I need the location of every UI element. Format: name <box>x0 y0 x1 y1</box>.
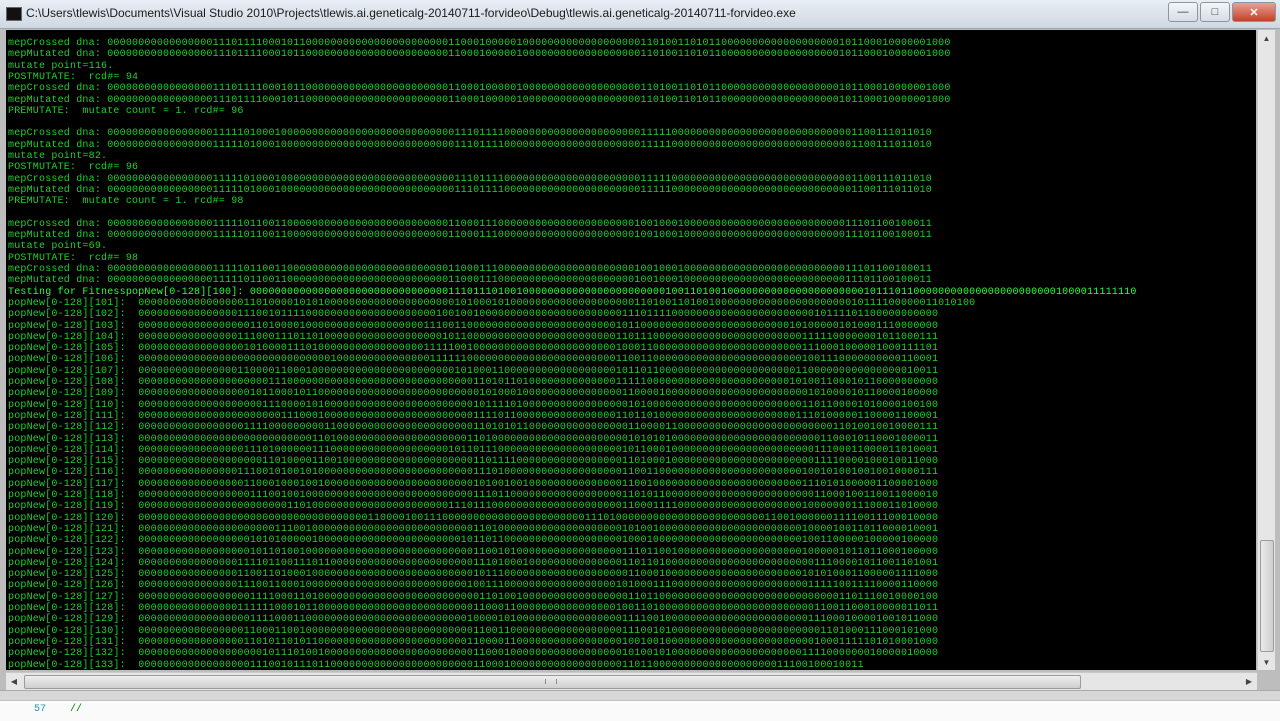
console-line: PREMUTATE: mutate count = 1. rcd#= 98 <box>8 196 244 208</box>
scroll-down-arrow-icon[interactable]: ▼ <box>1258 654 1275 670</box>
console-line: popNew[0-128][108]: 00000000000000000000… <box>8 377 939 388</box>
console-line: popNew[0-128][102]: 00000000000000001110… <box>8 309 939 321</box>
console-line: popNew[0-128][114]: 00000000000000000111… <box>8 444 939 456</box>
console-line: mepCrossed dna: 000000000000000001110111… <box>8 38 951 49</box>
console-line: popNew[0-128][111]: 00000000000000000000… <box>8 410 939 422</box>
console-line: mutate point=82. <box>8 151 108 162</box>
console-line: popNew[0-128][105]: 00000000000000000101… <box>8 343 939 355</box>
console-line: popNew[0-128][133]: 00000000000000000011… <box>8 659 864 671</box>
console-line: mepCrossed dna: 000000000000000001111101… <box>8 264 932 275</box>
line-number: 57 <box>34 704 47 715</box>
console-line: popNew[0-128][122]: 00000000000000000010… <box>8 535 939 547</box>
console-line: popNew[0-128][123]: 00000000000000000010… <box>8 546 939 558</box>
console-line: mutate point=69. <box>8 241 108 253</box>
console-output[interactable]: mepCrossed dna: 000000000000000001110111… <box>6 30 1256 670</box>
console-line: mepMutated dna: 000000000000000001110111… <box>8 49 951 61</box>
console-line: popNew[0-128][101]: 00000000000000000110… <box>8 297 976 309</box>
horizontal-scroll-thumb[interactable] <box>24 675 1081 689</box>
console-line: popNew[0-128][130]: 00000000000000000110… <box>8 625 939 637</box>
console-line: popNew[0-128][126]: 00000000000000001110… <box>8 580 939 592</box>
vertical-scrollbar[interactable]: ▲ ▼ <box>1257 30 1275 670</box>
console-line: mepCrossed dna: 000000000000000001110111… <box>8 83 951 95</box>
console-line: popNew[0-128][125]: 00000000000000001100… <box>8 569 939 581</box>
console-line: mepMutated dna: 000000000000000001111101… <box>8 230 932 242</box>
scroll-right-arrow-icon[interactable]: ▶ <box>1241 673 1257 690</box>
console-line: mepMutated dna: 000000000000000001111101… <box>8 184 932 196</box>
console-line: popNew[0-128][119]: 00000000000000000000… <box>8 501 939 513</box>
console-line: popNew[0-128][110]: 00000000000000000000… <box>8 399 939 411</box>
console-line: mepMutated dna: 000000000000000001110111… <box>8 94 951 106</box>
console-line: POSTMUTATE: rcd#= 94 <box>8 71 139 83</box>
title-bar[interactable]: C:\Users\tlewis\Documents\Visual Studio … <box>0 0 1280 29</box>
console-line: popNew[0-128][109]: 00000000000000000010… <box>8 388 939 400</box>
console-line: POSTMUTATE: rcd#= 96 <box>8 162 139 174</box>
scroll-grip-icon <box>545 679 557 684</box>
console-line: popNew[0-128][117]: 00000000000000000110… <box>8 478 939 490</box>
console-line: popNew[0-128][121]: 00000000000000000000… <box>8 523 939 535</box>
vertical-scroll-thumb[interactable] <box>1260 540 1274 652</box>
console-line: mepCrossed dna: 000000000000000001111101… <box>8 128 932 140</box>
console-line: POSTMUTATE: rcd#= 98 <box>8 252 139 264</box>
scroll-left-arrow-icon[interactable]: ◀ <box>6 673 22 690</box>
console-line: popNew[0-128][116]: 00000000000000001110… <box>8 467 939 479</box>
console-line: popNew[0-128][124]: 00000000000000001111… <box>8 557 939 569</box>
console-line: popNew[0-128][127]: 00000000000000000011… <box>8 591 939 603</box>
console-window: C:\Users\tlewis\Documents\Visual Studio … <box>0 0 1280 721</box>
editor-line[interactable]: 57 // <box>0 700 1280 721</box>
console-line: mepMutated dna: 000000000000000001111101… <box>8 139 932 151</box>
console-line: popNew[0-128][129]: 00000000000000000011… <box>8 614 939 626</box>
console-line: popNew[0-128][107]: 00000000000000001100… <box>8 365 939 377</box>
console-line: popNew[0-128][106]: 00000000000000000000… <box>8 354 939 366</box>
close-button[interactable]: ✕ <box>1232 2 1276 22</box>
console-line: popNew[0-128][128]: 00000000000000001111… <box>8 603 939 614</box>
console-line: popNew[0-128][131]: 00000000000000000110… <box>8 636 939 648</box>
window-title: C:\Users\tlewis\Documents\Visual Studio … <box>26 6 796 20</box>
console-line: Testing for FitnesspopNew[0-128][100]: 0… <box>8 286 1137 298</box>
scroll-up-arrow-icon[interactable]: ▲ <box>1258 30 1275 46</box>
console-line: popNew[0-128][120]: 00000000000000000000… <box>8 512 939 524</box>
console-line: popNew[0-128][103]: 00000000000000000011… <box>8 320 939 332</box>
minimize-button[interactable]: — <box>1168 2 1198 22</box>
console-line: popNew[0-128][112]: 00000000000000000111… <box>8 422 939 434</box>
console-line: popNew[0-128][132]: 00000000000000000000… <box>8 648 939 660</box>
console-line: popNew[0-128][115]: 00000000000000000000… <box>8 456 939 468</box>
console-line: popNew[0-128][104]: 00000000000000001110… <box>8 331 939 343</box>
console-line: popNew[0-128][118]: 00000000000000000011… <box>8 490 939 501</box>
console-app-icon <box>6 7 22 21</box>
console-line: mepCrossed dna: 000000000000000001111101… <box>8 218 932 230</box>
code-text: // <box>70 704 83 715</box>
console-line: mutate point=116. <box>8 60 114 72</box>
console-line: popNew[0-128][113]: 00000000000000000000… <box>8 433 939 445</box>
horizontal-scrollbar[interactable]: ◀ ▶ <box>6 672 1257 690</box>
window-controls: — □ ✕ <box>1168 2 1276 22</box>
console-line: mepMutated dna: 000000000000000001111101… <box>8 275 932 287</box>
console-line: PREMUTATE: mutate count = 1. rcd#= 96 <box>8 105 244 117</box>
console-line: mepCrossed dna: 000000000000000001111101… <box>8 173 932 185</box>
maximize-button[interactable]: □ <box>1200 2 1230 22</box>
